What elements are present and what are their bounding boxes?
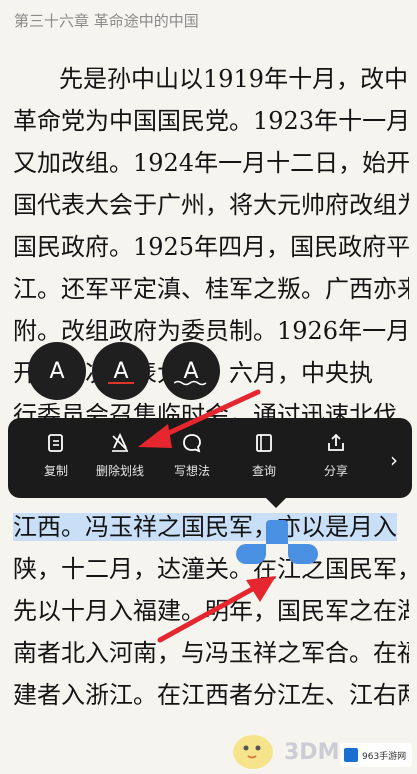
share-icon <box>328 433 344 451</box>
underline-style-icon: A <box>113 358 129 384</box>
share-label: 分享 <box>323 464 348 478</box>
highlight-style-button[interactable]: A <box>28 342 86 400</box>
underline-style-button[interactable]: A <box>92 342 150 400</box>
reader-text-lower: 江西。冯玉祥之国民军，亦以是月入 陕，十二月，达潼关。在江之国民军， 先以十月入… <box>13 506 409 716</box>
brand-watermark: 3DM <box>284 740 340 765</box>
lookup-button[interactable]: 查询 <box>232 432 296 479</box>
wavy-line-icon <box>174 380 207 386</box>
delete-underline-button[interactable]: 删除划线 <box>88 432 152 479</box>
wavy-underline-style-button[interactable]: A <box>162 342 220 400</box>
text-line: 又加改组。1924年一月十二日，始开全 <box>13 149 409 177</box>
text-line: 南者北入河南，与冯玉祥之军合。在福 <box>13 639 409 667</box>
book-icon <box>256 434 272 452</box>
selection-handle-start-bulb[interactable] <box>236 544 266 564</box>
text-line: 先以十月入福建。明年，国民军之在湖 <box>13 597 409 625</box>
site-watermark: 963手游网 <box>340 743 412 767</box>
chapter-title: 第三十六章 革命途中的中国 <box>14 12 199 30</box>
text-line: 江。还军平定滇、桂军之叛。广西亦来 <box>13 275 409 303</box>
copy-label: 复制 <box>43 464 68 478</box>
copy-button[interactable]: 复制 <box>24 432 88 479</box>
lookup-label: 查询 <box>251 464 276 478</box>
note-bubble-icon <box>183 434 201 453</box>
delete-underline-icon <box>112 432 128 452</box>
mascot-watermark-icon <box>233 735 273 769</box>
text-line: 陕，十二月，达潼关。在江之国民军， <box>13 555 409 583</box>
write-note-button[interactable]: 写想法 <box>160 432 224 479</box>
delete-underline-label: 删除划线 <box>95 464 144 478</box>
site-logo-icon <box>344 748 358 762</box>
text-line: 革命党为中国国民党。1923年十一月， <box>13 107 409 135</box>
text-line: 建者入浙江。在江西者分江左、江右两 <box>13 681 409 709</box>
site-watermark-text: 963手游网 <box>362 751 407 762</box>
share-button[interactable]: 分享 <box>304 432 368 479</box>
selection-toolbar: 复制 删除划线 写想法 查询 分享 › <box>8 418 412 508</box>
more-chevron-icon[interactable]: › <box>390 448 398 472</box>
copy-icon <box>48 434 63 452</box>
text-line: 江西。冯玉祥之国民军，亦以是月入 <box>13 506 409 548</box>
text-line: 国代表大会于广州，将大元帅府改组为 <box>13 191 409 219</box>
underline-mark <box>108 382 134 384</box>
selection-handle-start[interactable] <box>266 520 288 544</box>
text-line: 先是孙中山以1919年十月，改中华 <box>59 65 409 93</box>
selection-handle-end-bulb[interactable] <box>288 544 318 564</box>
text-line: 国民政府。1925年四月，国民政府平东 <box>13 233 409 261</box>
write-note-label: 写想法 <box>173 464 210 478</box>
selected-text-line[interactable]: 江西。冯玉祥之国民军，亦以是月入 <box>13 513 397 541</box>
highlight-style-icon: A <box>49 358 65 384</box>
